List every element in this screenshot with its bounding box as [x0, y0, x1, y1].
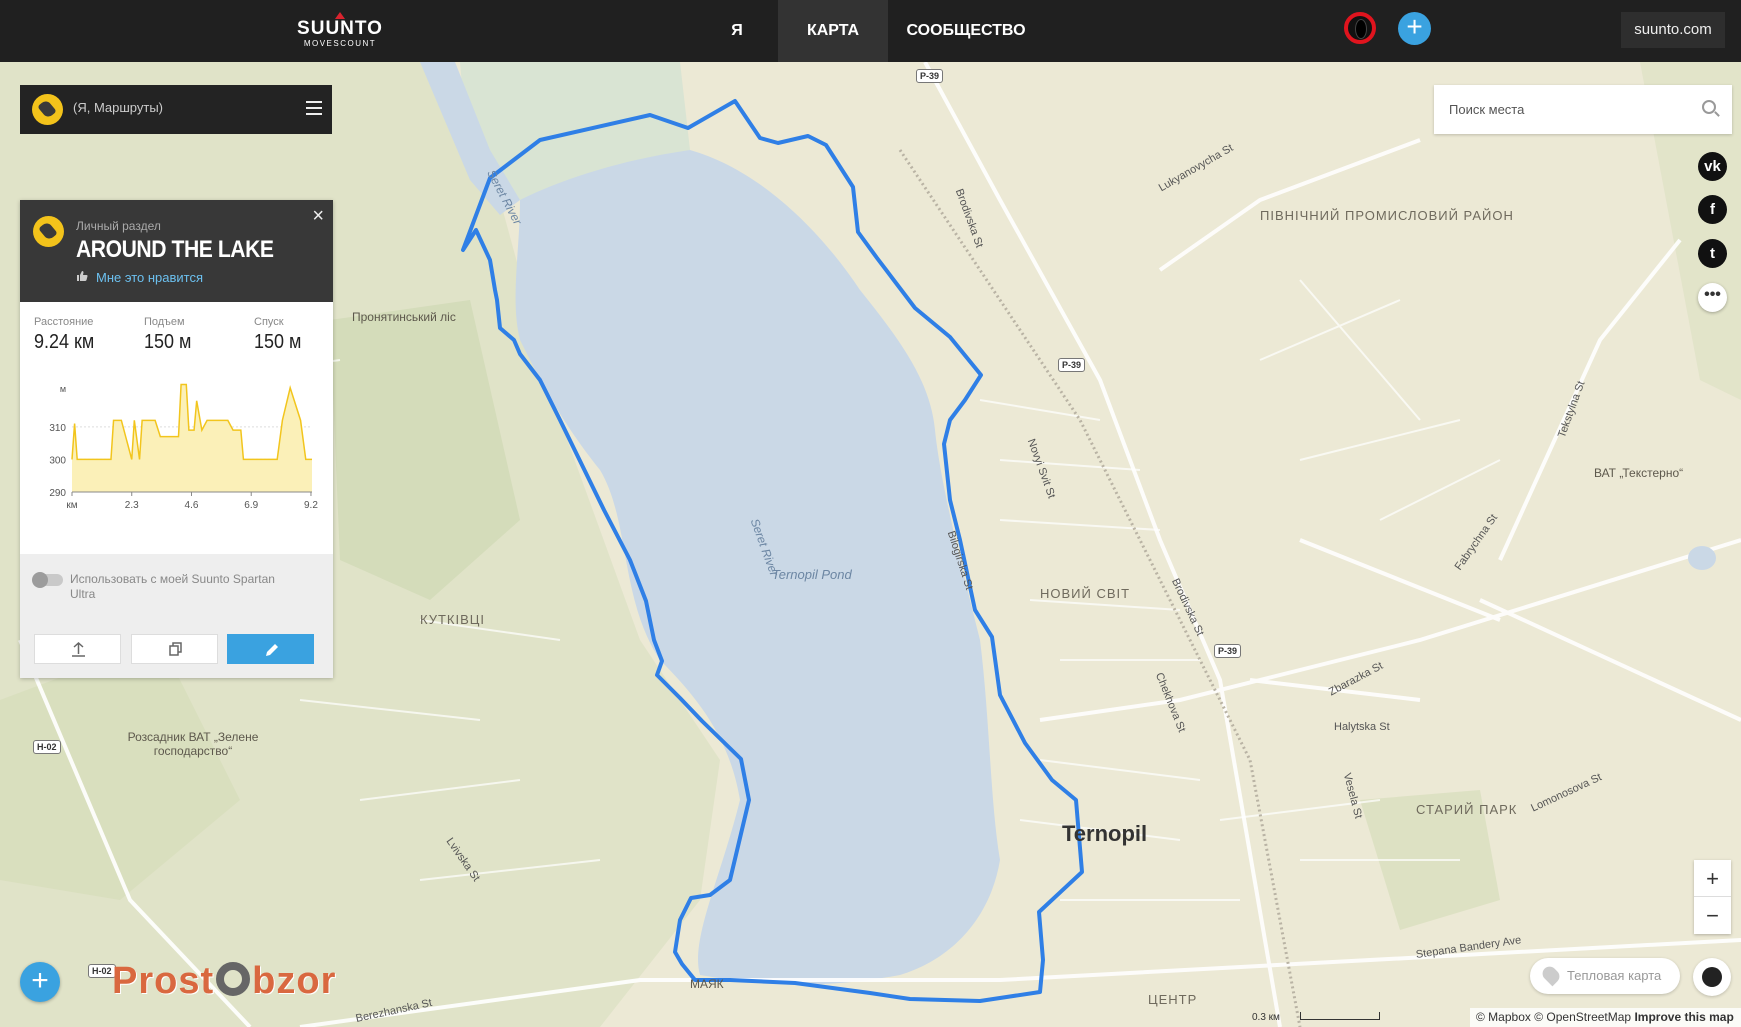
road-shield: P-39 — [916, 69, 944, 83]
route-section: Личный раздел — [76, 219, 161, 233]
more-icon[interactable]: ••• — [1698, 283, 1727, 312]
watermark: Prost bzor — [112, 960, 336, 1003]
twitter-icon[interactable]: t — [1698, 239, 1727, 268]
copy-button[interactable] — [131, 634, 218, 664]
attribution-osm[interactable]: © OpenStreetMap — [1534, 1010, 1631, 1024]
search-icon[interactable] — [1702, 100, 1716, 114]
route-icon — [33, 216, 64, 247]
watermark-right: bzor — [252, 960, 337, 1002]
logo-brand: SUUNTO — [297, 18, 383, 39]
suunto-logo[interactable]: SUUNTO MOVESCOUNT — [292, 12, 388, 49]
stat-label: Подъем — [144, 316, 185, 328]
road-shield: H-02 — [33, 740, 61, 754]
stat-distance: Расстояние 9.24 км — [34, 316, 101, 354]
suunto-site-link[interactable]: suunto.com — [1621, 12, 1725, 48]
map-attribution: © Mapbox © OpenStreetMap Improve this ma… — [1470, 1008, 1741, 1027]
x-tick-label: 2.3 — [125, 500, 139, 511]
heatmap-label: Тепловая карта — [1567, 968, 1662, 983]
route-header: Личный раздел AROUND THE LAKE Мне это нр… — [20, 200, 333, 302]
y-tick-label: 290 — [49, 488, 66, 499]
edit-button[interactable] — [227, 634, 314, 664]
upload-icon — [72, 641, 85, 657]
place-search — [1434, 85, 1732, 134]
like-link[interactable]: Мне это нравится — [96, 270, 203, 285]
route-panel: Личный раздел AROUND THE LAKE Мне это нр… — [20, 200, 333, 678]
vk-icon[interactable]: vk — [1698, 152, 1727, 181]
pencil-icon — [266, 644, 278, 656]
x-tick-label: 6.9 — [244, 500, 258, 511]
elevation-chart: 290 300 310 м км 2.3 4.6 6.9 9.2 — [30, 366, 330, 526]
panel-footer: Использовать с моей Suunto Spartan Ultra — [20, 554, 333, 678]
watermark-left: Prost — [112, 960, 215, 1002]
elevation-svg: 290 300 310 м км 2.3 4.6 6.9 9.2 — [49, 383, 318, 511]
route-title: AROUND THE LAKE — [76, 236, 274, 263]
label-mayak: МАЯК — [690, 977, 724, 991]
zoom-control: + − — [1694, 860, 1731, 934]
nav-community[interactable]: СООБЩЕСТВО — [905, 0, 1027, 62]
label-factory: ВАТ „Текстерно“ — [1594, 466, 1684, 480]
heatmap-button[interactable]: Тепловая карта — [1530, 958, 1680, 994]
stat-label: Спуск — [254, 316, 284, 328]
export-button[interactable] — [34, 634, 121, 664]
improve-map-link[interactable]: Improve this map — [1634, 1010, 1733, 1024]
scale-bar — [1300, 1012, 1380, 1020]
zoom-out-button[interactable]: − — [1694, 897, 1731, 934]
device-toggle[interactable] — [32, 572, 63, 588]
add-button[interactable]: + — [1398, 12, 1431, 45]
stat-value: 150 м — [254, 331, 302, 353]
top-bar: SUUNTO MOVESCOUNT Я КАРТА СООБЩЕСТВО + s… — [0, 0, 1741, 62]
road-shield: P-39 — [1214, 644, 1242, 658]
route-type-icon — [32, 94, 63, 125]
x-tick-label: 4.6 — [185, 500, 199, 511]
thumbs-up-icon[interactable] — [76, 270, 88, 282]
attribution-mapbox[interactable]: © Mapbox — [1476, 1010, 1531, 1024]
nav-map[interactable]: КАРТА — [778, 0, 888, 62]
facebook-icon[interactable]: f — [1698, 195, 1727, 224]
stat-value: 150 м — [144, 331, 192, 353]
y-tick-label: 300 — [49, 455, 66, 466]
breadcrumb[interactable]: (Я, Маршруты) — [20, 85, 332, 134]
nav-me[interactable]: Я — [714, 0, 760, 62]
y-axis-unit: м — [60, 384, 66, 394]
label-forest: Пронятинський ліс — [352, 310, 456, 324]
label-district-new: НОВИЙ СВІТ — [1040, 586, 1131, 601]
device-toggle-label: Использовать с моей Suunto Spartan Ultra — [70, 572, 275, 601]
elevation-area — [72, 384, 312, 492]
breadcrumb-text[interactable]: (Я, Маршруты) — [73, 100, 163, 115]
map-pin-icon — [1539, 963, 1563, 987]
stat-value: 9.24 км — [34, 331, 95, 353]
logo-sub: MOVESCOUNT — [303, 39, 377, 48]
add-route-button[interactable]: + — [20, 962, 60, 1002]
label-nursery: Розсадник ВАТ „Зелене господарство“ — [127, 730, 259, 758]
x-tick-label: км — [66, 500, 77, 511]
label-city: Ternopil — [1062, 821, 1148, 846]
label-pond: Ternopil Pond — [772, 567, 852, 582]
close-icon[interactable]: × — [312, 206, 324, 226]
gear-icon — [216, 962, 251, 996]
stat-label: Расстояние — [34, 316, 94, 328]
road-shield: P-39 — [1058, 358, 1086, 372]
label-center: ЦЕНТР — [1148, 992, 1198, 1007]
label-district-kutkivtsi: КУТКІВЦІ — [420, 612, 486, 627]
user-avatar[interactable] — [1344, 12, 1376, 44]
scale-label: 0.3 км — [1252, 1012, 1280, 1023]
stat-ascent: Подъем 150 м — [144, 316, 197, 354]
stat-descent: Спуск 150 м — [254, 316, 307, 354]
copy-icon — [169, 642, 182, 656]
street-label: Halytska St — [1334, 721, 1390, 733]
zoom-in-button[interactable]: + — [1694, 860, 1731, 897]
label-park: СТАРИЙ ПАРК — [1416, 802, 1518, 817]
x-tick-label: 9.2 — [304, 500, 318, 511]
menu-icon[interactable] — [306, 101, 322, 115]
label-district-north: ПІВНІЧНИЙ ПРОМИСЛОВИЙ РАЙОН — [1260, 208, 1514, 223]
globe-icon[interactable] — [1693, 958, 1731, 996]
search-input[interactable] — [1449, 98, 1679, 120]
y-tick-label: 310 — [49, 423, 66, 434]
